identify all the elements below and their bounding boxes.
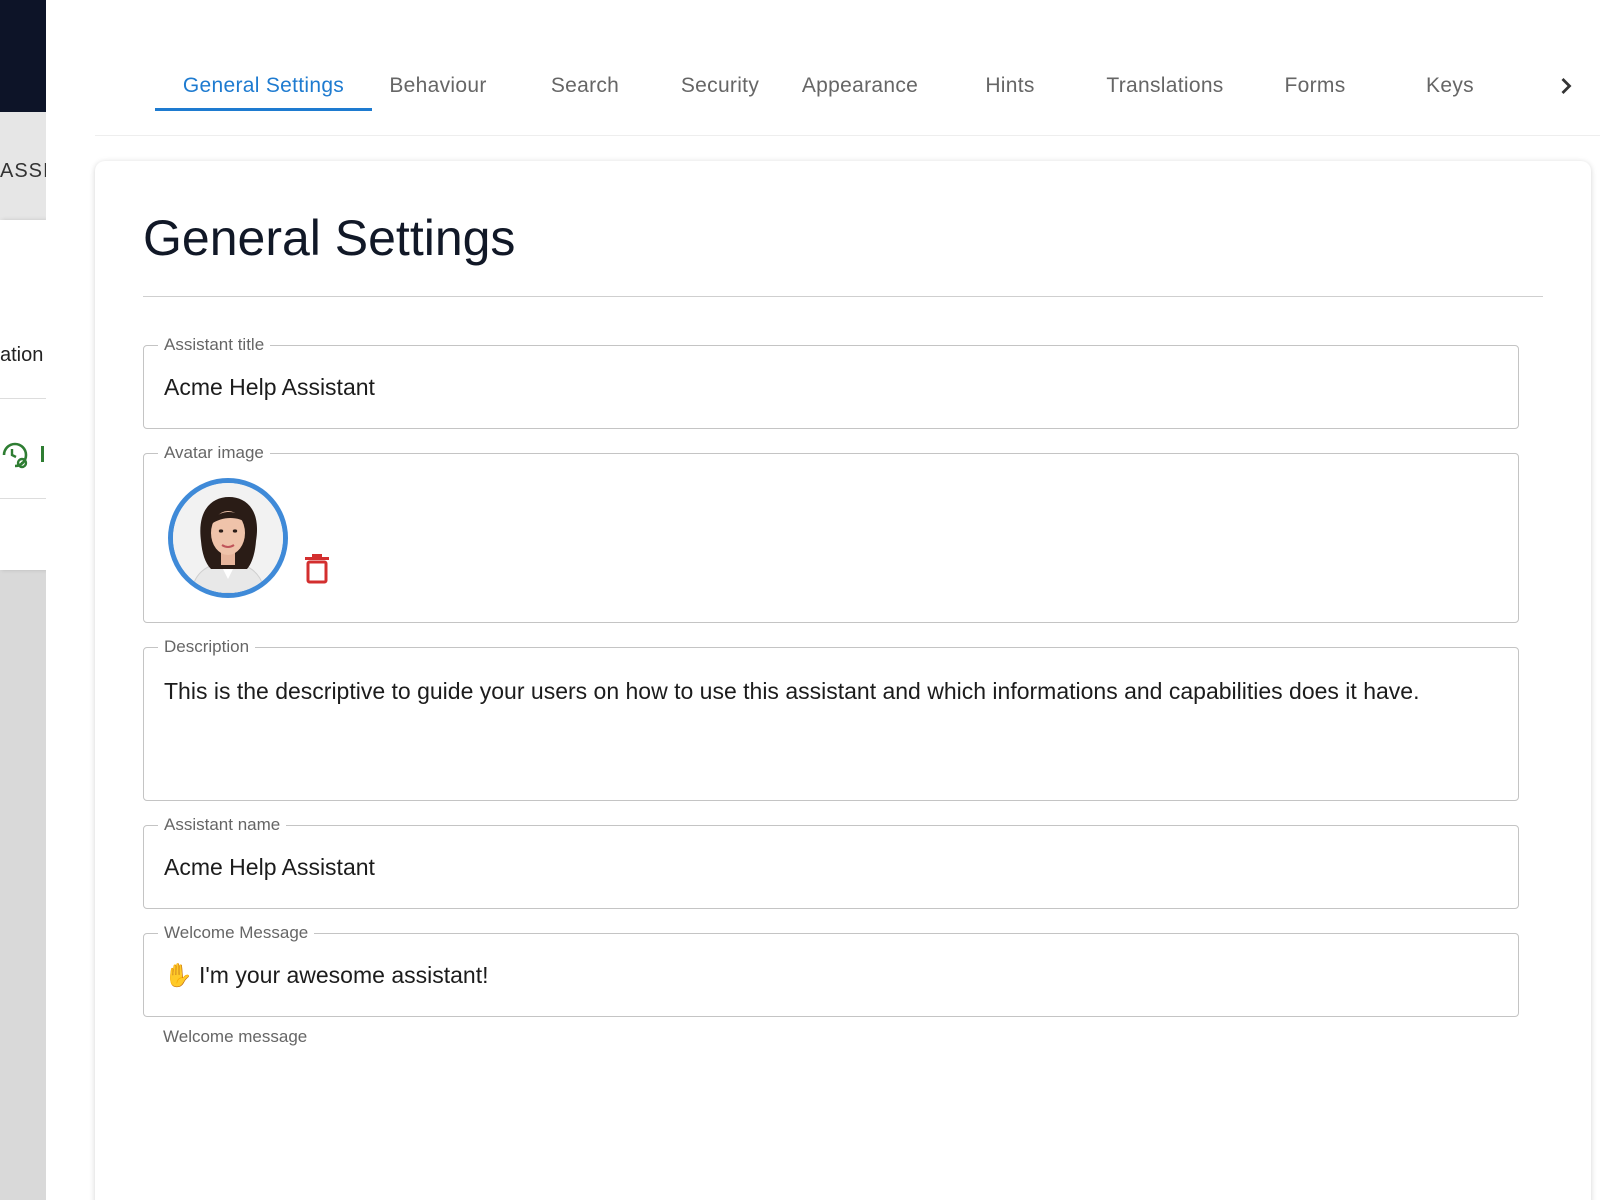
tab-general-settings[interactable]: General Settings: [155, 62, 372, 110]
chevron-right-icon[interactable]: [1552, 72, 1580, 100]
tab-forms[interactable]: Forms: [1250, 62, 1380, 110]
description-textarea[interactable]: This is the descriptive to guide your us…: [164, 674, 1494, 708]
assistant-title-input[interactable]: Acme Help Assistant: [164, 374, 375, 401]
tab-behaviour[interactable]: Behaviour: [373, 62, 503, 110]
tab-translations[interactable]: Translations: [1090, 62, 1240, 110]
general-settings-card: General Settings Assistant title Acme He…: [95, 161, 1591, 1200]
sidebar-item-indicator: [41, 446, 44, 462]
tab-keys[interactable]: Keys: [1385, 62, 1515, 110]
assistant-name-label: Assistant name: [158, 815, 287, 835]
assistant-name-input[interactable]: Acme Help Assistant: [164, 854, 375, 881]
active-tab-indicator: [155, 108, 372, 111]
assistant-title-field[interactable]: Assistant title Acme Help Assistant: [143, 335, 1519, 429]
tab-search[interactable]: Search: [520, 62, 650, 110]
description-label: Description: [158, 637, 256, 657]
assistant-name-field[interactable]: Assistant name Acme Help Assistant: [143, 815, 1519, 909]
tab-hints[interactable]: Hints: [945, 62, 1075, 110]
welcome-message-field[interactable]: Welcome Message ✋ I'm your awesome assis…: [143, 923, 1519, 1017]
trash-icon[interactable]: [304, 552, 330, 584]
assistant-title-label: Assistant title: [158, 335, 271, 355]
welcome-message-input[interactable]: ✋ I'm your awesome assistant!: [164, 962, 488, 989]
page-title: General Settings: [143, 210, 516, 266]
description-field[interactable]: Description This is the descriptive to g…: [143, 637, 1519, 801]
tab-security[interactable]: Security: [655, 62, 785, 110]
avatar[interactable]: [168, 478, 288, 598]
settings-tabs: General Settings Behaviour Search Securi…: [95, 48, 1600, 136]
sidebar-header: [0, 0, 46, 112]
clock-settings-icon[interactable]: [0, 440, 30, 470]
sidebar: ASSI ation: [0, 0, 46, 1200]
tab-appearance[interactable]: Appearance: [790, 62, 930, 110]
sidebar-divider: [0, 498, 46, 499]
avatar-image-field: Avatar image: [143, 443, 1519, 623]
welcome-message-helper-text: Welcome message: [163, 1027, 308, 1046]
sidebar-section-label: ASSI: [0, 160, 46, 182]
sidebar-item-label[interactable]: ation: [0, 344, 43, 367]
sidebar-panel: [0, 220, 46, 570]
title-divider: [143, 296, 1543, 297]
avatar-image-label: Avatar image: [158, 443, 270, 463]
sidebar-divider: [0, 398, 46, 399]
welcome-message-label: Welcome Message: [158, 923, 315, 943]
